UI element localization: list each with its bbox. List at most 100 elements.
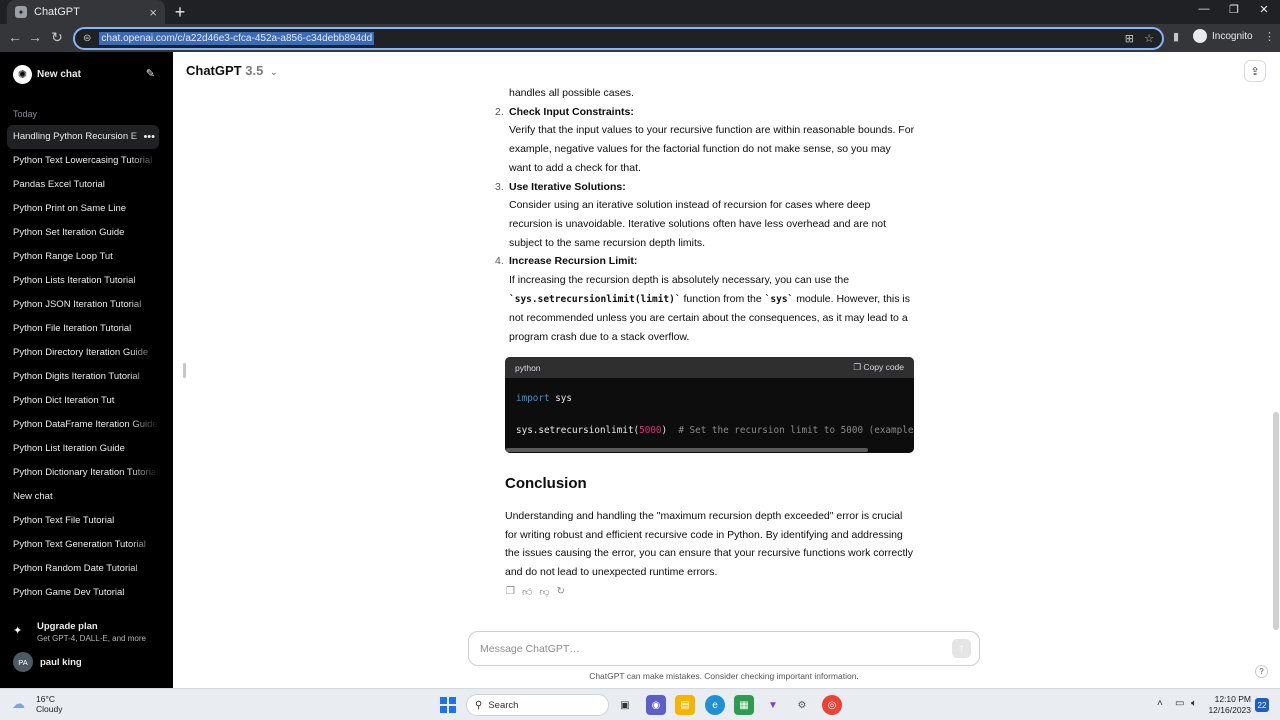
help-button[interactable]: ? <box>1255 665 1268 678</box>
sidebar-conversation-item[interactable]: Python Game Dev Tutorial <box>7 581 159 605</box>
code-block: python ❐ Copy code import sys sys.setrec… <box>505 357 914 453</box>
conversation-title: Python Random Date Tutorial <box>13 563 138 574</box>
more-options-icon[interactable]: ••• <box>143 125 155 149</box>
copy-icon[interactable]: ❐ <box>506 586 515 598</box>
sidebar-conversation-item[interactable]: Python Print on Same Line <box>7 197 159 221</box>
message-input-placeholder[interactable]: Message ChatGPT… <box>480 643 580 655</box>
sidebar-conversation-item[interactable]: Python Lists Iteration Tutorial <box>7 269 159 293</box>
sidebar-conversation-item[interactable]: Python Random Date Tutorial <box>7 557 159 581</box>
windows-taskbar: ☁ 16°C Cloudy ⚲ Search ▣ ◉ ▤ e ▦ ▼ ⚙ ◎ ˄… <box>0 688 1280 720</box>
browser-tab[interactable]: ✦ ChatGPT × <box>7 0 165 24</box>
reload-icon[interactable]: ↻ <box>48 29 66 46</box>
fade-overlay <box>129 581 159 605</box>
code-number: 5000 <box>639 425 662 436</box>
notification-badge[interactable]: 22 <box>1255 698 1269 712</box>
thumbs-down-icon[interactable]: 👎︎ <box>539 586 549 598</box>
sidebar-conversation-item[interactable]: Python Digits Iteration Tutorial <box>7 365 159 389</box>
spreadsheet-app-icon[interactable]: ▦ <box>734 695 754 715</box>
model-version: 3.5 <box>245 63 264 78</box>
restore-icon[interactable]: ❐ <box>1220 3 1248 16</box>
sidebar-conversation-item[interactable]: Python Text Lowercasing Tutorial <box>7 149 159 173</box>
code-content[interactable]: import sys sys.setrecursionlimit(5000) #… <box>505 378 914 452</box>
taskbar-search[interactable]: ⚲ Search <box>466 694 609 716</box>
side-panel-icon[interactable]: ▮ <box>1173 30 1179 43</box>
regenerate-icon[interactable]: ↻ <box>557 586 565 598</box>
upgrade-plan-button[interactable]: ✦ Upgrade plan Get GPT-4, DALL·E, and mo… <box>13 621 146 643</box>
copy-code-button[interactable]: ❐ Copy code <box>853 362 904 373</box>
bookmark-star-icon[interactable]: ☆ <box>1144 32 1154 45</box>
fade-overlay <box>129 341 159 365</box>
task-view-icon[interactable]: ▣ <box>615 695 635 715</box>
sidebar-conversation-item[interactable]: Python Dict Iteration Tut <box>7 389 159 413</box>
tray-overflow-icon[interactable]: ˄ <box>1157 698 1163 709</box>
text-segment: function from the <box>683 292 762 305</box>
incognito-indicator[interactable]: Incognito <box>1193 29 1253 43</box>
weather-widget[interactable]: ☁ 16°C Cloudy <box>12 694 62 714</box>
fade-overlay <box>129 365 159 389</box>
volume-icon[interactable]: 🔈︎ <box>1191 698 1197 709</box>
sidebar-conversation-item[interactable]: Python DataFrame Iteration Guide <box>7 413 159 437</box>
list-number: 2. <box>495 105 504 118</box>
user-menu[interactable]: PA paul king <box>13 652 82 672</box>
sidebar-conversation-item[interactable]: Python Range Loop Tut <box>7 245 159 269</box>
system-clock[interactable]: 12:10 PM 12/16/2023 <box>1207 694 1251 716</box>
conclusion-heading: Conclusion <box>505 475 587 492</box>
close-tab-icon[interactable]: × <box>149 5 157 20</box>
sidebar-conversation-item[interactable]: Python Dictionary Iteration Tutorial <box>7 461 159 485</box>
sidebar-conversation-item[interactable]: New chat <box>7 485 159 509</box>
sidebar-conversation-item[interactable]: Python List Iteration Guide <box>7 437 159 461</box>
conversation-title: New chat <box>13 491 53 502</box>
site-info-icon[interactable]: ⊜ <box>83 33 91 44</box>
close-window-icon[interactable]: ✕ <box>1250 3 1278 16</box>
sidebar-conversation-item[interactable]: Python Text Generation Tutorial <box>7 533 159 557</box>
settings-app-icon[interactable]: ⚙ <box>792 695 812 715</box>
list-item-title: Increase Recursion Limit: <box>509 255 638 268</box>
chatgpt-favicon-icon: ✦ <box>15 6 27 18</box>
code-comment: # Set the recursion limit to 5000 (examp… <box>667 425 914 436</box>
fade-overlay <box>129 269 159 293</box>
conversation-title: Handling Python Recursion E <box>13 131 138 142</box>
sidebar-conversation-item[interactable]: Python JSON Iteration Tutorial <box>7 293 159 317</box>
sidebar-conversation-item[interactable]: Python File Iteration Tutorial <box>7 317 159 341</box>
chrome-icon[interactable]: ◎ <box>822 695 842 715</box>
new-tab-button[interactable]: + <box>172 2 188 22</box>
tab-title: ChatGPT <box>34 6 80 18</box>
address-bar[interactable]: ⊜ chat.openai.com/c/a22d46e3-cfca-452a-a… <box>73 27 1164 50</box>
vpn-app-icon[interactable]: ▼ <box>763 695 783 715</box>
fade-overlay <box>129 461 159 485</box>
url-text[interactable]: chat.openai.com/c/a22d46e3-cfca-452a-a85… <box>99 32 375 45</box>
conversation-title: Python Lists Iteration Tutorial <box>13 275 136 286</box>
message-composer[interactable]: Message ChatGPT… ↑ <box>468 631 980 666</box>
scrollbar[interactable] <box>1273 412 1279 630</box>
sidebar-conversation-item[interactable]: Python Directory Iteration Guide <box>7 341 159 365</box>
cast-icon[interactable]: ⊞ <box>1125 32 1134 45</box>
network-icon[interactable]: ▭ <box>1175 698 1184 709</box>
compose-icon[interactable]: ✎ <box>146 67 155 80</box>
conversation-title: Python Game Dev Tutorial <box>13 587 125 598</box>
list-item-text: Consider using an iterative solution ins… <box>509 199 887 249</box>
sidebar-conversation-item[interactable]: Pandas Excel Tutorial <box>7 173 159 197</box>
sidebar-conversation-item[interactable]: Handling Python Recursion E ••• <box>7 125 159 149</box>
share-button[interactable]: ⇪ <box>1244 60 1266 82</box>
thumbs-up-icon[interactable]: 👍︎ <box>522 586 532 598</box>
edge-browser-icon[interactable]: e <box>705 695 725 715</box>
chat-app-icon[interactable]: ◉ <box>646 695 666 715</box>
inline-code: `sys.setrecursionlimit(limit)` <box>509 293 681 305</box>
back-icon[interactable]: ← <box>6 29 24 45</box>
sidebar-collapse-handle[interactable] <box>183 363 186 378</box>
conversation-title: Python Print on Same Line <box>13 203 127 214</box>
forward-icon[interactable]: → <box>26 29 44 45</box>
menu-kebab-icon[interactable]: ⋮ <box>1264 30 1275 43</box>
windows-start-icon[interactable] <box>440 697 456 713</box>
taskbar-search-label: Search <box>488 699 519 711</box>
fade-overlay <box>129 413 159 437</box>
code-horizontal-scrollbar[interactable] <box>506 448 868 452</box>
file-explorer-icon[interactable]: ▤ <box>675 695 695 715</box>
conversation-title: Python Digits Iteration Tutorial <box>13 371 140 382</box>
model-selector[interactable]: ChatGPT 3.5 ⌄ <box>186 63 278 78</box>
sidebar-conversation-item[interactable]: Python Text File Tutorial <box>7 509 159 533</box>
sidebar-conversation-item[interactable]: Python Set Iteration Guide <box>7 221 159 245</box>
send-button[interactable]: ↑ <box>952 639 971 658</box>
minimize-icon[interactable]: — <box>1190 3 1218 15</box>
code-text: sys <box>549 393 572 404</box>
